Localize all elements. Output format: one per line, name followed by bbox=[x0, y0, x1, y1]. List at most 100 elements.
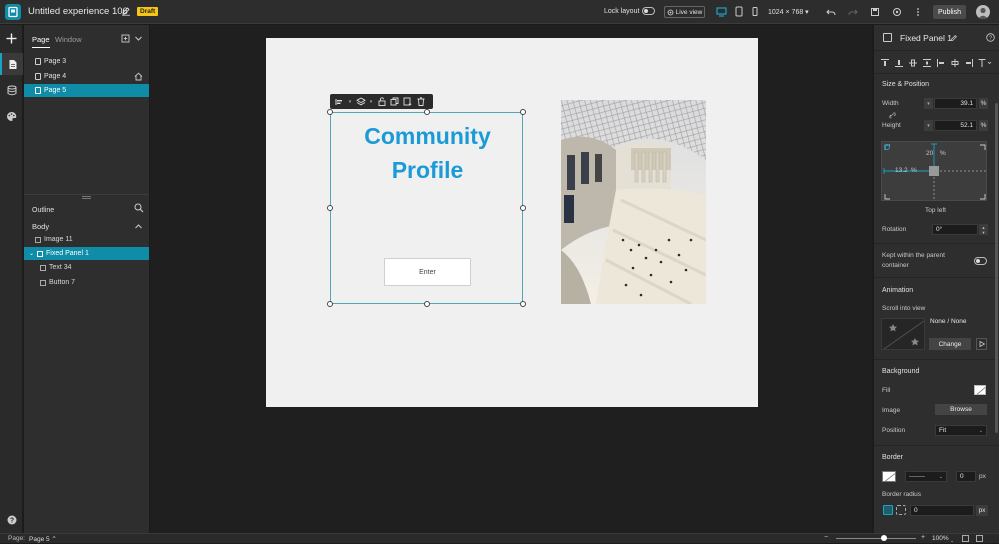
resize-handle[interactable] bbox=[424, 301, 430, 307]
fill-color-swatch[interactable] bbox=[974, 385, 986, 395]
tab-page[interactable]: Page bbox=[32, 35, 50, 48]
more-options-icon[interactable] bbox=[915, 7, 921, 17]
distribute-vertical-icon[interactable] bbox=[922, 58, 932, 67]
width-unit[interactable]: % bbox=[979, 98, 988, 109]
chevron-down-icon[interactable]: ⌄ bbox=[29, 250, 34, 257]
fixed-panel-frame[interactable]: Community Profile Enter bbox=[327, 109, 526, 307]
experience-title[interactable]: Untitled experience 106 bbox=[28, 6, 128, 17]
link-aspect-icon[interactable] bbox=[889, 112, 896, 119]
border-style-select[interactable]: - - - - - - - - ⌄ bbox=[905, 471, 947, 482]
zoom-slider-track[interactable] bbox=[836, 538, 916, 539]
user-avatar[interactable] bbox=[976, 5, 990, 19]
live-view-button[interactable]: Live view bbox=[664, 6, 705, 18]
zoom-slider-thumb[interactable] bbox=[881, 535, 887, 541]
resize-handle[interactable] bbox=[520, 109, 526, 115]
add-page-icon[interactable] bbox=[121, 34, 130, 43]
border-width-input[interactable]: 0 bbox=[956, 471, 976, 482]
chevron-down-icon[interactable]: ▾ bbox=[367, 94, 375, 109]
phone-device-icon[interactable] bbox=[751, 6, 759, 17]
align-left-icon[interactable] bbox=[936, 58, 946, 67]
tablet-device-icon[interactable] bbox=[734, 6, 744, 17]
outline-item[interactable]: Button 7 bbox=[24, 276, 149, 289]
headline-text[interactable]: Community Profile bbox=[331, 119, 524, 187]
chevron-down-icon[interactable]: ▾ bbox=[924, 120, 933, 131]
page-item[interactable]: Page 3 bbox=[24, 55, 149, 68]
border-radius-unit[interactable]: px bbox=[976, 505, 988, 516]
help-icon[interactable]: ? bbox=[986, 33, 995, 42]
edit-pencil-icon[interactable] bbox=[121, 6, 131, 16]
outline-body-label[interactable]: Body bbox=[32, 222, 49, 231]
outline-item[interactable]: Image 11 bbox=[24, 233, 149, 246]
align-bottom-icon[interactable] bbox=[908, 58, 918, 67]
align-top-icon[interactable] bbox=[880, 58, 890, 67]
position-select[interactable]: Fit ⌄ bbox=[935, 425, 987, 436]
height-unit[interactable]: % bbox=[979, 120, 988, 131]
app-logo-icon[interactable] bbox=[5, 4, 21, 20]
resize-handle[interactable] bbox=[327, 205, 333, 211]
width-input[interactable]: 39.1 bbox=[934, 98, 977, 109]
data-icon[interactable] bbox=[0, 79, 23, 101]
desktop-device-icon[interactable] bbox=[716, 6, 727, 17]
fullscreen-icon[interactable] bbox=[976, 535, 983, 542]
offset-left-value[interactable]: 13.2 bbox=[895, 167, 908, 174]
unlock-icon[interactable] bbox=[375, 94, 388, 109]
zoom-out-icon[interactable]: − bbox=[824, 534, 828, 541]
panel-resize-handle[interactable] bbox=[82, 196, 91, 199]
chevron-up-icon[interactable] bbox=[134, 222, 143, 231]
resize-handle[interactable] bbox=[520, 205, 526, 211]
offset-top-unit[interactable]: % bbox=[940, 150, 946, 157]
rotation-input[interactable]: 0° bbox=[932, 224, 978, 235]
rotation-stepper[interactable]: ▲ ▼ bbox=[979, 224, 988, 235]
change-animation-button[interactable]: Change bbox=[929, 338, 971, 350]
edit-pencil-icon[interactable] bbox=[950, 34, 958, 42]
offset-left-unit[interactable]: % bbox=[911, 167, 917, 174]
chevron-down-icon[interactable]: ▼ bbox=[982, 230, 986, 235]
chevron-down-icon[interactable]: ▾ bbox=[924, 98, 933, 109]
kept-within-toggle[interactable] bbox=[974, 257, 987, 265]
align-middle-icon[interactable] bbox=[894, 58, 904, 67]
align-right-icon[interactable] bbox=[964, 58, 974, 67]
publish-button[interactable]: Publish bbox=[933, 5, 966, 19]
save-icon[interactable] bbox=[870, 7, 880, 17]
resize-handle[interactable] bbox=[520, 301, 526, 307]
position-anchor-box[interactable]: 20 % 13.2 % bbox=[881, 141, 987, 201]
help-icon[interactable]: ? bbox=[0, 509, 23, 531]
play-icon[interactable] bbox=[976, 338, 987, 350]
duplicate-icon[interactable] bbox=[388, 94, 401, 109]
delete-icon[interactable] bbox=[414, 94, 427, 109]
preview-icon[interactable] bbox=[892, 7, 902, 17]
chevron-down-icon[interactable]: ▾ bbox=[346, 94, 354, 109]
redo-icon[interactable] bbox=[848, 7, 858, 17]
offset-top-value[interactable]: 20 bbox=[926, 150, 933, 157]
uniform-radius-icon[interactable] bbox=[883, 505, 893, 515]
distribute-horizontal-icon[interactable] bbox=[978, 58, 992, 67]
panel-scrollbar[interactable] bbox=[995, 103, 998, 433]
resize-handle[interactable] bbox=[424, 109, 430, 115]
resize-handle[interactable] bbox=[327, 109, 333, 115]
outline-item[interactable]: Text 34 bbox=[24, 261, 149, 274]
chevron-down-icon[interactable] bbox=[134, 34, 143, 43]
duplicate-to-page-icon[interactable] bbox=[401, 94, 414, 109]
animation-preview[interactable] bbox=[881, 318, 925, 350]
height-input[interactable]: 52.1 bbox=[934, 120, 977, 131]
theme-palette-icon[interactable] bbox=[0, 105, 23, 127]
page-item[interactable]: Page 4 bbox=[24, 70, 149, 83]
browse-button[interactable]: Browse bbox=[935, 404, 987, 415]
anchor-point[interactable] bbox=[929, 166, 939, 176]
outline-item-selected[interactable]: ⌄ Fixed Panel 1 bbox=[24, 247, 149, 260]
tab-window[interactable]: Window bbox=[55, 35, 82, 44]
enter-button[interactable]: Enter bbox=[384, 258, 471, 286]
layers-icon[interactable] bbox=[354, 94, 367, 109]
border-color-swatch[interactable] bbox=[882, 471, 896, 482]
fit-to-screen-icon[interactable] bbox=[962, 535, 969, 542]
add-widget-icon[interactable] bbox=[0, 27, 23, 49]
lock-layout-toggle[interactable] bbox=[642, 7, 655, 15]
page-item-selected[interactable]: Page 5 bbox=[24, 84, 149, 97]
individual-radius-icon[interactable] bbox=[896, 505, 906, 515]
status-page-selector[interactable]: Page 5 ⌃ bbox=[29, 535, 57, 543]
align-icon[interactable] bbox=[333, 94, 346, 109]
resize-handle[interactable] bbox=[327, 301, 333, 307]
border-radius-input[interactable]: 0 bbox=[910, 505, 974, 516]
search-icon[interactable] bbox=[134, 203, 144, 213]
great-court-photo[interactable] bbox=[561, 100, 706, 304]
